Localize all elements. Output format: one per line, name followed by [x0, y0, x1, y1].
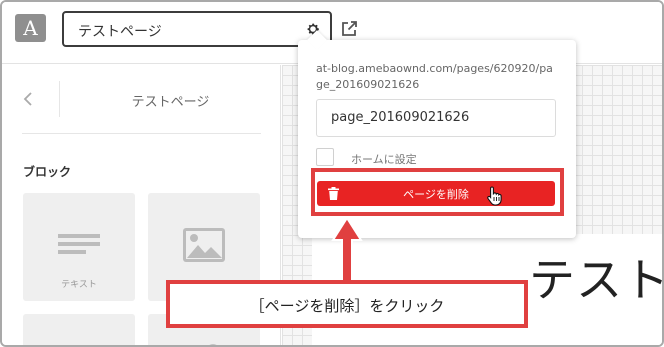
instruction-text: ［ページを削除］をクリック — [249, 297, 445, 315]
page-slug-input[interactable]: page_201609021626 — [316, 99, 556, 137]
delete-page-button[interactable]: ページを削除 — [317, 181, 555, 206]
block-tile-text[interactable]: テキスト — [23, 193, 135, 301]
block-tile-label: テキスト — [61, 280, 97, 290]
panel-title: テストページ — [131, 95, 210, 110]
set-home-checkbox[interactable] — [316, 148, 334, 166]
app-logo[interactable]: A — [15, 14, 46, 42]
page-url: at-blog.amebaownd.com/pages/620920/page_… — [316, 62, 553, 91]
chevron-left-icon[interactable] — [22, 92, 34, 106]
page-name-field[interactable]: テストページ — [62, 11, 332, 47]
divider — [22, 133, 261, 134]
image-icon — [183, 228, 225, 262]
external-link-icon[interactable] — [340, 20, 358, 38]
text-lines-icon — [58, 234, 100, 254]
app-window: A テストページ テストページ ブロック テキスト テスト at-blog.am… — [0, 0, 664, 347]
canvas-heading[interactable]: テスト — [529, 244, 662, 310]
hand-cursor-icon — [487, 186, 502, 206]
block-tile[interactable] — [23, 314, 135, 345]
instruction-callout: ［ページを削除］をクリック — [166, 280, 528, 328]
page-name-text: テストページ — [78, 24, 162, 40]
set-home-label: ホームに設定 — [351, 153, 417, 166]
block-section-heading: ブロック — [23, 165, 72, 179]
delete-page-label: ページを削除 — [403, 188, 469, 201]
callout-arrow-icon — [331, 216, 363, 287]
